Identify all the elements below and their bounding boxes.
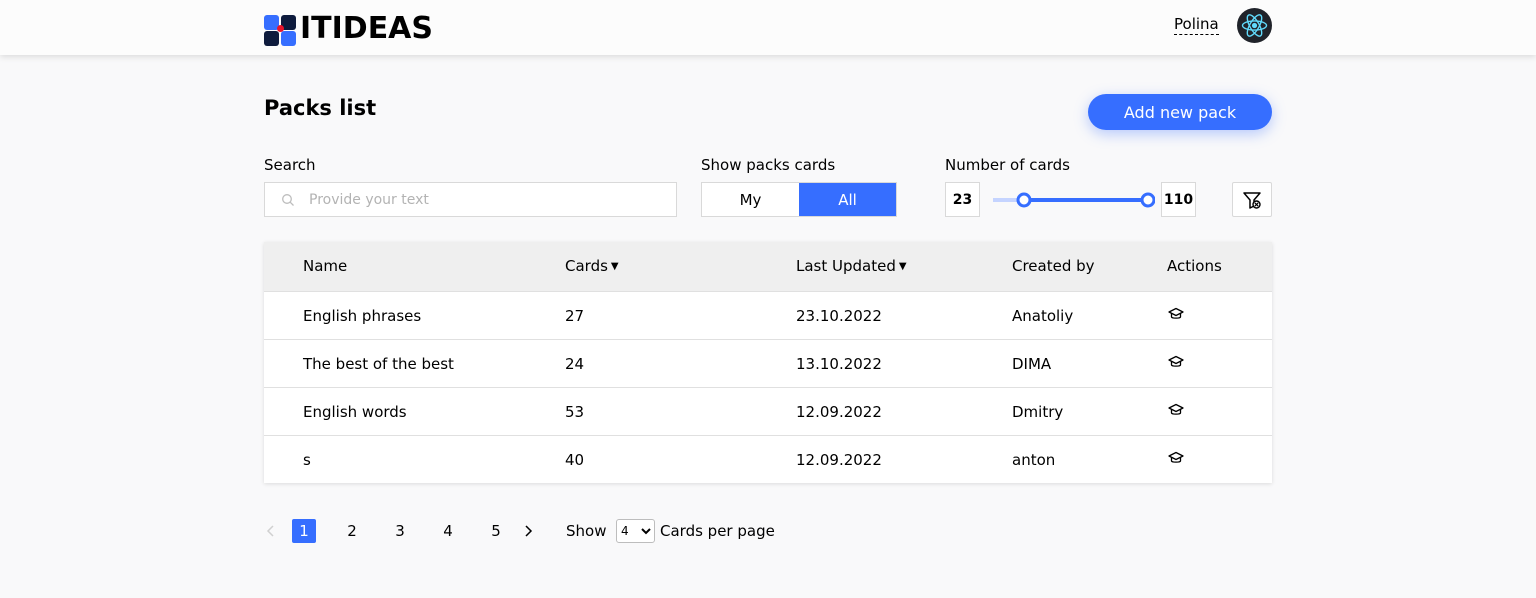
cards-count-cell: 24 — [565, 355, 585, 373]
toggle-my-button[interactable]: My — [702, 183, 799, 216]
packs-table: Name Cards ▼ Last Updated ▼ Created by Act… — [264, 242, 1272, 483]
slider-min-thumb — [1016, 192, 1032, 208]
column-actions: Actions — [1167, 257, 1222, 275]
table-row: English phrases 27 23.10.2022 Anatoliy — [264, 291, 1272, 339]
created-by-cell: anton — [1012, 451, 1056, 469]
last-updated-cell: 23.10.2022 — [796, 307, 882, 325]
table-header: Name Cards ▼ Last Updated ▼ Created by Act… — [264, 242, 1272, 291]
cards-count-cell: 40 — [565, 451, 585, 469]
table-row: English words 53 12.09.2022 Dmitry — [264, 387, 1272, 435]
last-updated-cell: 12.09.2022 — [796, 403, 882, 421]
app-header: ITIDEAS Polina — [0, 0, 1536, 55]
created-by-cell: Dmitry — [1012, 403, 1064, 421]
prev-page-icon[interactable] — [264, 524, 278, 538]
react-logo-icon[interactable] — [1237, 8, 1272, 43]
column-name[interactable]: Name — [303, 256, 347, 276]
pack-name-cell[interactable]: English phrases — [303, 306, 421, 326]
cards-per-page-label: Cards per page — [660, 522, 775, 540]
pack-name-cell[interactable]: s — [303, 450, 311, 470]
page-button-1[interactable]: 1 — [292, 519, 316, 543]
page-button-4[interactable]: 4 — [436, 519, 460, 543]
number-of-cards-label: Number of cards — [945, 156, 1070, 174]
table-row: The best of the best 24 13.10.2022 DIMA — [264, 339, 1272, 387]
learn-icon[interactable] — [1168, 402, 1184, 418]
column-last-updated[interactable]: Last Updated ▼ — [796, 256, 907, 277]
filter-reset-button[interactable] — [1232, 182, 1272, 217]
per-page-select[interactable]: 4 — [616, 519, 655, 543]
last-updated-cell: 12.09.2022 — [796, 451, 882, 469]
search-input[interactable] — [309, 183, 669, 216]
user-name-link[interactable]: Polina — [1174, 14, 1219, 35]
pack-name-cell[interactable]: English words — [303, 402, 407, 422]
pack-name-cell[interactable]: The best of the best — [303, 354, 454, 374]
learn-icon[interactable] — [1168, 354, 1184, 370]
page-button-3[interactable]: 3 — [388, 519, 412, 543]
slider-max-thumb — [1140, 192, 1155, 208]
page-button-2[interactable]: 2 — [340, 519, 364, 543]
cards-count-cell: 53 — [565, 403, 585, 421]
created-by-cell: DIMA — [1012, 355, 1052, 373]
sort-down-icon: ▼ — [610, 261, 619, 272]
learn-icon[interactable] — [1168, 306, 1184, 322]
table-row: s 40 12.09.2022 anton — [264, 435, 1272, 483]
logo-text: ITIDEAS — [300, 11, 434, 46]
add-new-pack-button[interactable]: Add new pack — [1088, 94, 1272, 130]
learn-icon[interactable] — [1168, 450, 1184, 466]
search-label: Search — [264, 156, 316, 174]
show-label: Show — [566, 522, 607, 540]
logo-mark-icon — [264, 9, 298, 46]
column-created-by: Created by — [1012, 257, 1095, 275]
cards-count-cell: 27 — [565, 307, 585, 325]
page-title: Packs list — [264, 96, 377, 120]
sort-down-icon: ▼ — [898, 261, 907, 272]
max-cards-value[interactable]: 110 — [1161, 182, 1196, 217]
search-icon — [282, 194, 294, 206]
created-by-cell: Anatoliy — [1012, 307, 1074, 325]
page-button-5[interactable]: 5 — [484, 519, 508, 543]
toggle-all-button[interactable]: All — [799, 183, 896, 216]
logo[interactable]: ITIDEAS — [264, 6, 433, 46]
last-updated-cell: 13.10.2022 — [796, 355, 882, 373]
next-page-icon[interactable] — [521, 524, 535, 538]
filter-reset-icon — [1243, 191, 1261, 209]
show-packs-label: Show packs cards — [701, 156, 836, 174]
column-cards[interactable]: Cards ▼ — [565, 256, 619, 277]
min-cards-value[interactable]: 23 — [945, 182, 980, 217]
cards-range-slider[interactable] — [993, 190, 1155, 210]
show-packs-toggle: My All — [701, 182, 897, 217]
search-field — [264, 182, 677, 217]
